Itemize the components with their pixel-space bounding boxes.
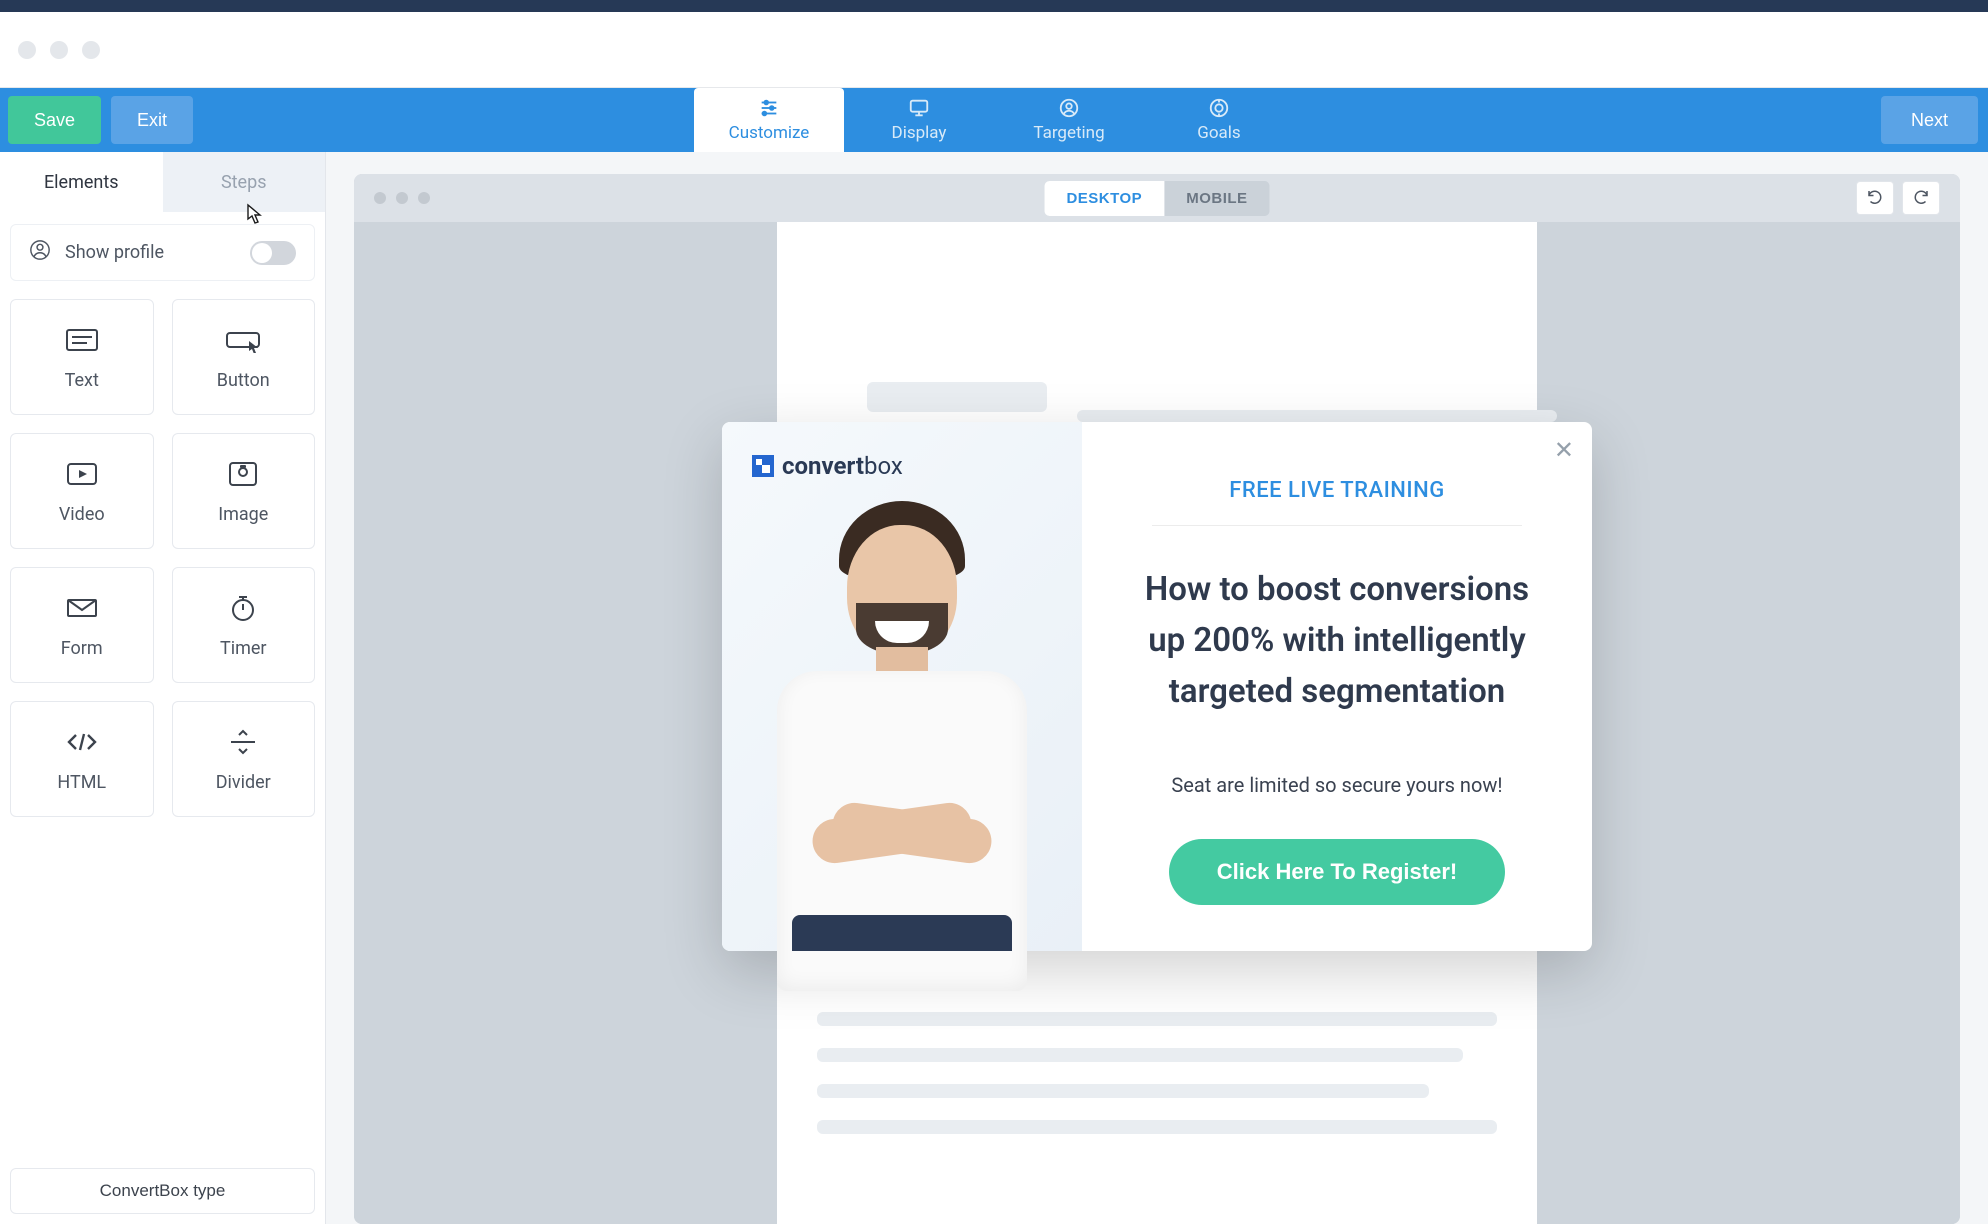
device-toggle: DESKTOP MOBILE xyxy=(1044,181,1269,216)
tab-customize[interactable]: Customize xyxy=(694,88,844,152)
convertbox-type-button[interactable]: ConvertBox type xyxy=(10,1168,315,1214)
popup-subtitle: Seat are limited so secure yours now! xyxy=(1130,773,1544,797)
topbar-right: Next xyxy=(1881,88,1988,152)
window-chrome-top xyxy=(0,0,1988,12)
popup-right: FREE LIVE TRAINING How to boost conversi… xyxy=(1082,422,1592,951)
traffic-dot xyxy=(82,41,100,59)
main-area: Elements Steps Show profile xyxy=(0,152,1988,1224)
popup-preview[interactable]: ✕ convertbox xyxy=(722,422,1592,951)
placeholder-line xyxy=(817,1012,1497,1026)
element-label: Form xyxy=(61,638,103,659)
tab-goals[interactable]: Goals xyxy=(1144,88,1294,152)
element-image[interactable]: Image xyxy=(172,433,316,549)
tab-display[interactable]: Display xyxy=(844,88,994,152)
canvas-traffic-dots xyxy=(374,192,430,204)
form-icon xyxy=(65,592,99,624)
workspace: DESKTOP MOBILE xyxy=(326,152,1988,1224)
popup-left: convertbox xyxy=(722,422,1082,951)
browser-bar xyxy=(0,12,1988,88)
sidebar-tab-steps[interactable]: Steps xyxy=(163,152,326,212)
sliders-icon xyxy=(758,97,780,119)
divider-icon xyxy=(227,726,259,758)
canvas-frame: DESKTOP MOBILE xyxy=(354,174,1960,1224)
device-desktop-button[interactable]: DESKTOP xyxy=(1044,181,1164,216)
below-placeholder-lines xyxy=(817,1012,1497,1156)
exit-button[interactable]: Exit xyxy=(111,96,193,144)
video-icon xyxy=(65,458,99,490)
page-mock: ✕ convertbox xyxy=(354,222,1960,1224)
tab-targeting[interactable]: Targeting xyxy=(994,88,1144,152)
logo-mark-icon xyxy=(752,455,774,477)
sidebar-body: Show profile Text Button xyxy=(0,212,325,1158)
tab-label: Goals xyxy=(1197,123,1240,143)
redo-icon xyxy=(1912,188,1930,209)
element-label: Divider xyxy=(216,772,271,793)
placeholder-line xyxy=(817,1048,1463,1062)
dot xyxy=(418,192,430,204)
code-icon xyxy=(65,726,99,758)
monitor-icon xyxy=(908,97,930,119)
sidebar: Elements Steps Show profile xyxy=(0,152,326,1224)
app-topbar: Save Exit Customize Display Targeting G xyxy=(0,88,1988,152)
placeholder-line xyxy=(817,1120,1497,1134)
placeholder-line xyxy=(1077,410,1557,422)
undo-button[interactable] xyxy=(1856,181,1894,215)
show-profile-left: Show profile xyxy=(29,239,164,266)
element-form[interactable]: Form xyxy=(10,567,154,683)
element-label: Text xyxy=(65,370,99,391)
topbar-left: Save Exit xyxy=(0,88,193,152)
tab-label: Customize xyxy=(729,123,810,143)
redo-button[interactable] xyxy=(1902,181,1940,215)
cursor-pointer-icon xyxy=(244,203,262,230)
show-profile-row: Show profile xyxy=(10,224,315,281)
user-target-icon xyxy=(1058,97,1080,119)
canvas-actions xyxy=(1856,181,1940,215)
text-icon xyxy=(65,324,99,356)
dot xyxy=(374,192,386,204)
save-button[interactable]: Save xyxy=(8,96,101,144)
element-label: Timer xyxy=(220,638,267,659)
canvas-topbar: DESKTOP MOBILE xyxy=(354,174,1960,222)
element-label: Video xyxy=(59,504,105,525)
popup-eyebrow: FREE LIVE TRAINING xyxy=(1152,478,1522,526)
sidebar-footer: ConvertBox type xyxy=(0,1158,325,1224)
sidebar-tabs: Elements Steps xyxy=(0,152,325,212)
element-video[interactable]: Video xyxy=(10,433,154,549)
element-divider[interactable]: Divider xyxy=(172,701,316,817)
show-profile-label: Show profile xyxy=(65,242,164,263)
elements-grid: Text Button Video xyxy=(10,299,315,817)
popup-title: How to boost conversions up 200% with in… xyxy=(1130,564,1544,717)
tab-label: Targeting xyxy=(1033,123,1104,143)
popup-cta-button[interactable]: Click Here To Register! xyxy=(1169,839,1505,905)
element-html[interactable]: HTML xyxy=(10,701,154,817)
tab-label: Display xyxy=(892,123,947,143)
element-timer[interactable]: Timer xyxy=(172,567,316,683)
topbar-tabs: Customize Display Targeting Goals xyxy=(694,88,1294,152)
close-icon: ✕ xyxy=(1554,437,1574,464)
element-label: Image xyxy=(218,504,268,525)
person-illustration xyxy=(772,471,1032,951)
sidebar-tab-elements[interactable]: Elements xyxy=(0,152,163,212)
timer-icon xyxy=(228,592,258,624)
image-icon xyxy=(227,458,259,490)
element-text[interactable]: Text xyxy=(10,299,154,415)
traffic-lights xyxy=(18,41,100,59)
dot xyxy=(396,192,408,204)
target-icon xyxy=(1208,97,1230,119)
element-label: HTML xyxy=(57,772,106,793)
profile-icon xyxy=(29,239,51,266)
button-icon xyxy=(225,324,261,356)
element-button[interactable]: Button xyxy=(172,299,316,415)
next-button[interactable]: Next xyxy=(1881,96,1978,144)
show-profile-toggle[interactable] xyxy=(250,241,296,265)
placeholder-block xyxy=(867,382,1047,412)
element-label: Button xyxy=(217,370,270,391)
undo-icon xyxy=(1866,188,1884,209)
placeholder-line xyxy=(817,1084,1429,1098)
device-mobile-button[interactable]: MOBILE xyxy=(1164,181,1269,216)
traffic-dot xyxy=(18,41,36,59)
sidebar-tab-steps-label: Steps xyxy=(221,172,267,193)
close-button[interactable]: ✕ xyxy=(1554,436,1574,465)
traffic-dot xyxy=(50,41,68,59)
